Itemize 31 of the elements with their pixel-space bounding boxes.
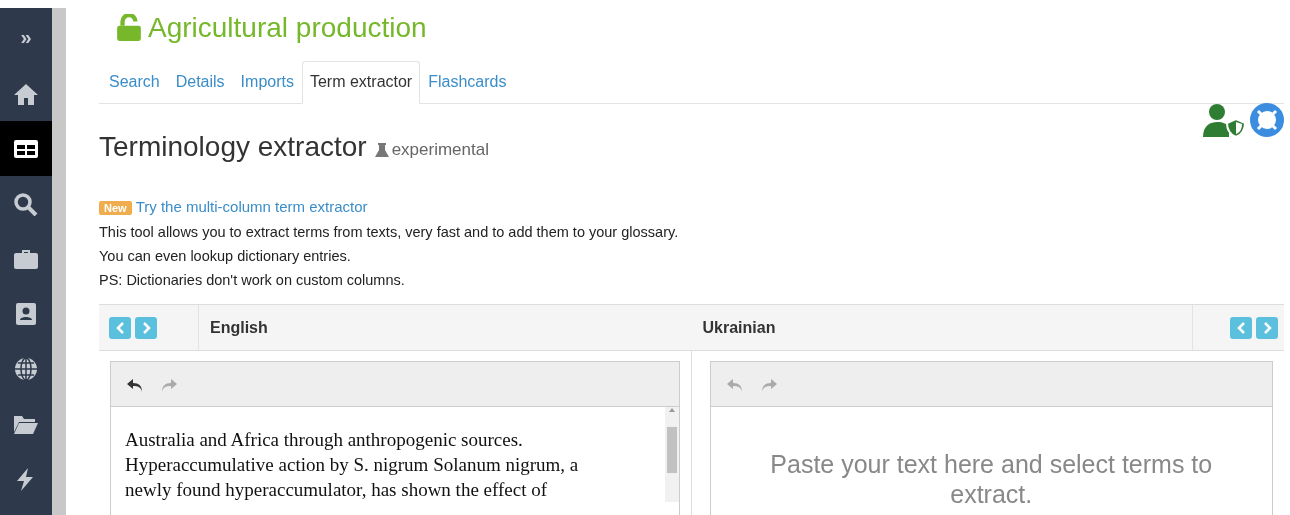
tab[interactable]: Flashcards (420, 61, 515, 104)
user-shield-icon[interactable] (1203, 102, 1247, 137)
text-input[interactable]: Australia and Africa through anthropogenic sources. Hyperaccumulative action by S. nigrum Solanum nigrum, a newly found hyperaccumulator, has shown the effect of (111, 407, 679, 502)
home-icon (13, 81, 39, 106)
description-text: This tool allows you to extract terms from texts, very fast and to add them to your glossary. (99, 223, 680, 242)
multi-column-link[interactable]: Try the multi-column term extractor (135, 198, 368, 215)
tab[interactable]: Imports (232, 61, 302, 104)
globe-icon (13, 356, 39, 381)
flask-icon (374, 142, 389, 158)
editor-text: Australia and Africa through anthropogenic sources. (125, 428, 524, 452)
editor-text: Hyperaccumulative action by S. nigrum Solanum nigrum, a (125, 453, 580, 477)
experimental-label: experimental (391, 139, 489, 162)
tab[interactable]: Search (101, 61, 168, 104)
tab[interactable]: Details (167, 61, 233, 104)
text-input[interactable]: Paste your text here and select terms to extract. (710, 407, 1272, 509)
scroll-thumb[interactable] (666, 427, 677, 473)
editor-text: newly found hyperaccumulator, has shown the effect of (125, 478, 549, 502)
lifebuoy-icon[interactable] (1250, 102, 1284, 137)
sidebar-item[interactable] (0, 121, 52, 176)
description-text: You can even lookup dictionary entries. (99, 247, 352, 266)
search-icon (13, 191, 39, 216)
description-text: PS: Dictionaries don't work on custom columns. (99, 271, 406, 290)
contact-card-icon (13, 301, 39, 326)
page-heading: Terminology extractor (99, 130, 367, 164)
new-badge: New (99, 201, 132, 215)
expand-toggle[interactable]: » (20, 8, 32, 66)
project-title: Agricultural production (148, 14, 427, 42)
language-label: Ukrainian (701, 317, 777, 338)
placeholder-text: Paste your text here and select terms to extract. (769, 449, 1214, 509)
tab[interactable]: Term extractor (301, 61, 421, 104)
language-label: English (209, 317, 269, 338)
